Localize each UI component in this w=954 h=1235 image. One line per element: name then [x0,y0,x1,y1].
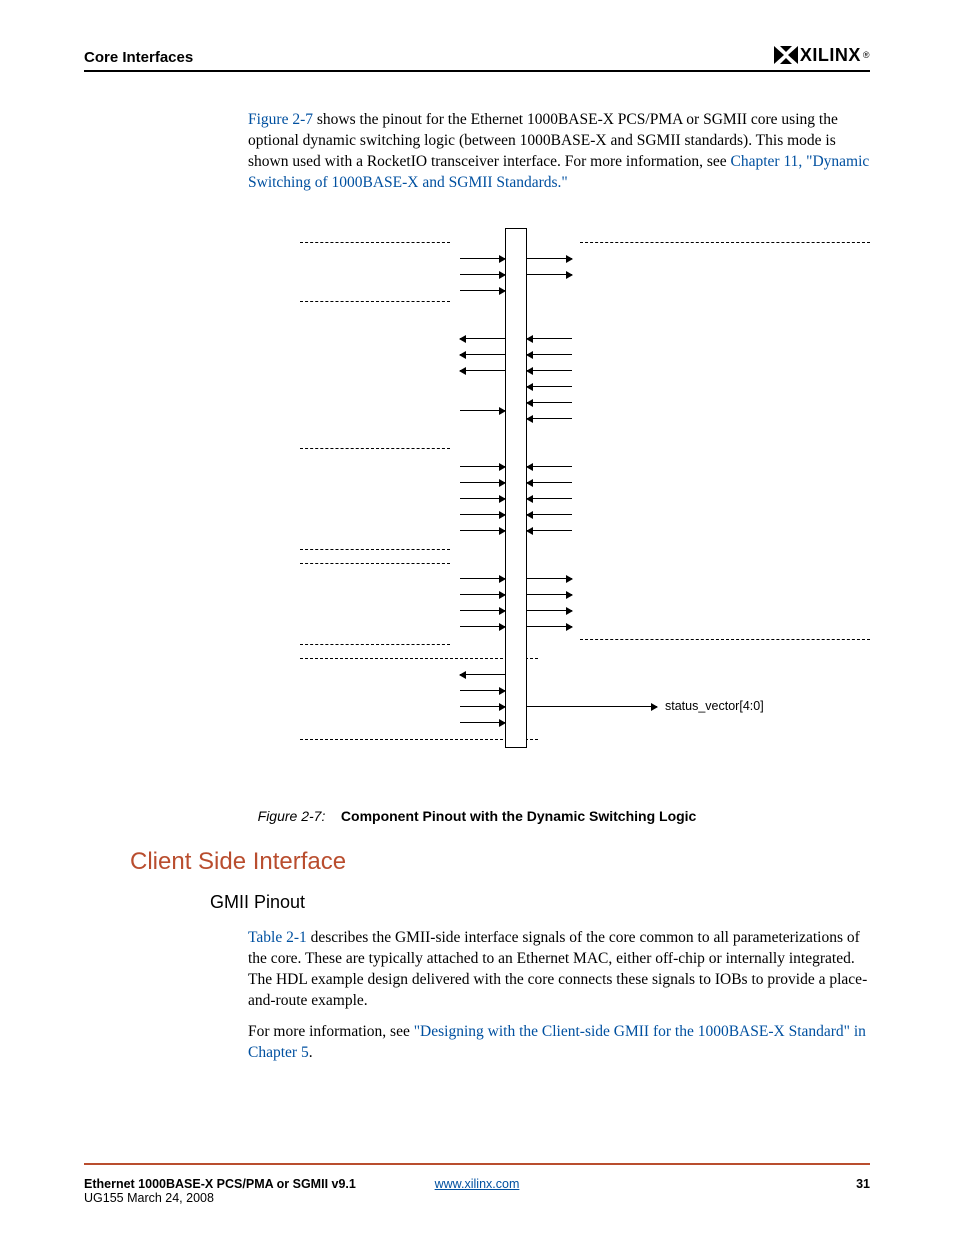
signal-arrow [527,418,572,419]
signal-arrow [527,338,572,339]
status-vector-arrow [527,706,657,707]
page-header: Core Interfaces XILINX ® [84,44,870,72]
signal-arrow [460,514,505,515]
signal-arrow [527,578,572,579]
page-footer: Ethernet 1000BASE-X PCS/PMA or SGMII v9.… [84,1177,870,1205]
signal-arrow [460,274,505,275]
dashed-group-right-1 [580,242,870,640]
signal-arrow [460,706,505,707]
gmii-text: describes the GMII-side interface signal… [248,929,867,1009]
signal-arrow [460,498,505,499]
signal-arrow [527,514,572,515]
signal-arrow [460,370,505,371]
more-info-tail: . [309,1044,313,1061]
signal-arrow [460,354,505,355]
signal-arrow [460,258,505,259]
more-info-paragraph: For more information, see "Designing wit… [248,1022,870,1064]
dashed-group-left-1 [300,242,450,302]
client-side-interface-heading: Client Side Interface [130,848,346,876]
registered-mark: ® [863,50,870,60]
gmii-pinout-heading: GMII Pinout [210,892,305,913]
signal-arrow [527,402,572,403]
signal-arrow [460,674,505,675]
signal-arrow [460,578,505,579]
footer-rule [84,1163,870,1165]
signal-arrow [460,626,505,627]
footer-docid-date: UG155 March 24, 2008 [84,1191,356,1205]
status-vector-label: status_vector[4:0] [665,699,764,713]
dashed-group-left-3 [300,563,450,645]
dashed-group-left-2 [300,448,450,550]
signal-arrow [527,626,572,627]
xilinx-logo-text: XILINX [800,45,861,66]
footer-url-link[interactable]: www.xilinx.com [84,1177,870,1191]
signal-arrow [460,290,505,291]
header-section-title: Core Interfaces [84,49,193,66]
figure-2-7-diagram: status_vector[4:0] [300,218,870,788]
signal-arrow [460,410,505,411]
xilinx-logo-icon [772,44,800,66]
signal-arrow [527,530,572,531]
signal-arrow [527,274,572,275]
figure-number: Figure 2-7: [258,808,326,824]
figure-2-7-link[interactable]: Figure 2-7 [248,111,313,128]
component-block [505,228,527,748]
signal-arrow [460,594,505,595]
more-info-lead: For more information, see [248,1023,414,1040]
signal-arrow [460,610,505,611]
signal-arrow [460,482,505,483]
table-2-1-link[interactable]: Table 2-1 [248,929,307,946]
signal-arrow [460,466,505,467]
signal-arrow [527,386,572,387]
signal-arrow [460,530,505,531]
figure-title: Component Pinout with the Dynamic Switch… [341,808,696,824]
signal-arrow [527,354,572,355]
signal-arrow [460,690,505,691]
dashed-group-left-4 [300,658,538,740]
gmii-pinout-paragraph: Table 2-1 describes the GMII-side interf… [248,928,870,1012]
signal-arrow [527,610,572,611]
signal-arrow [460,722,505,723]
signal-arrow [527,594,572,595]
xilinx-logo: XILINX ® [772,44,870,66]
signal-arrow [527,466,572,467]
signal-arrow [527,370,572,371]
intro-paragraph: Figure 2-7 shows the pinout for the Ethe… [84,110,870,194]
signal-arrow [460,338,505,339]
signal-arrow [527,482,572,483]
signal-arrow [527,498,572,499]
figure-caption: Figure 2-7: Component Pinout with the Dy… [84,808,870,824]
signal-arrow [527,258,572,259]
